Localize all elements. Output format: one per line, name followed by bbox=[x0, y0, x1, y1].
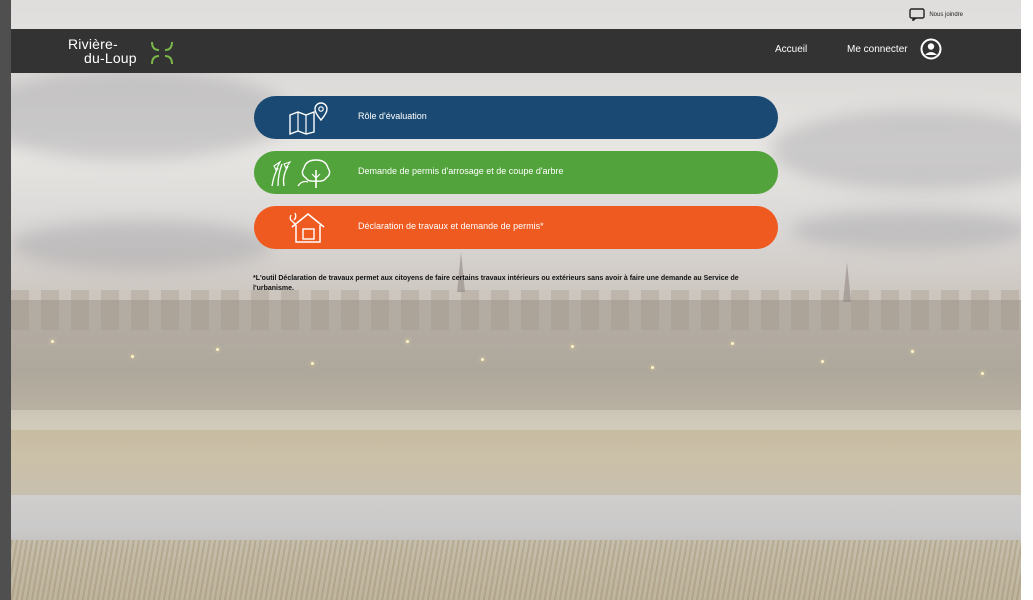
works-declaration-button[interactable]: Déclaration de travaux et demande de per… bbox=[254, 206, 778, 249]
nav-home-link[interactable]: Accueil bbox=[775, 44, 807, 55]
cloud bbox=[11, 70, 291, 160]
town-light bbox=[311, 362, 314, 365]
contact-link[interactable]: Nous joindre bbox=[909, 8, 963, 21]
site-logo[interactable]: Rivière- du-Loup bbox=[68, 36, 188, 68]
town-light bbox=[731, 342, 734, 345]
town-silhouette bbox=[11, 300, 1021, 410]
town-light bbox=[911, 350, 914, 353]
town-light bbox=[481, 358, 484, 361]
river-water bbox=[11, 495, 1021, 540]
works-declaration-label: Déclaration de travaux et demande de per… bbox=[358, 221, 544, 231]
user-account-icon[interactable] bbox=[920, 38, 942, 60]
utility-bar: Nous joindre bbox=[11, 0, 1021, 29]
town-light bbox=[821, 360, 824, 363]
town-light bbox=[51, 340, 54, 343]
contact-label: Nous joindre bbox=[929, 11, 963, 18]
map-pin-icon bbox=[289, 102, 328, 135]
church-spire bbox=[843, 262, 851, 302]
house-tools-icon bbox=[289, 212, 325, 243]
town-light bbox=[406, 340, 409, 343]
nav-login-link[interactable]: Me connecter bbox=[847, 44, 908, 55]
logo-text-line2: du-Loup bbox=[84, 50, 137, 66]
watering-tree-permit-label: Demande de permis d'arrosage et de coupe… bbox=[358, 166, 564, 176]
cloud bbox=[11, 220, 271, 270]
town-light bbox=[216, 348, 219, 351]
cloud bbox=[771, 110, 1021, 190]
works-declaration-footnote: *L'outil Déclaration de travaux permet a… bbox=[253, 275, 739, 292]
page: Nous joindre Rivière- du-Loup Accueil Me… bbox=[11, 0, 1021, 600]
town-light bbox=[131, 355, 134, 358]
site-header: Rivière- du-Loup Accueil Me connecter bbox=[11, 29, 1021, 73]
town-light bbox=[651, 366, 654, 369]
town-light bbox=[981, 372, 984, 375]
town-light bbox=[571, 345, 574, 348]
marsh bbox=[11, 430, 1021, 495]
logo-mark-icon bbox=[151, 41, 173, 65]
foreground-grass bbox=[11, 540, 1021, 600]
chat-bubble-icon bbox=[909, 8, 926, 21]
left-edge-rail bbox=[0, 0, 11, 600]
right-edge-rail bbox=[1021, 0, 1033, 600]
watering-tree-permit-button[interactable]: Demande de permis d'arrosage et de coupe… bbox=[254, 151, 778, 194]
evaluation-role-label: Rôle d'évaluation bbox=[358, 111, 427, 121]
evaluation-role-button[interactable]: Rôle d'évaluation bbox=[254, 96, 778, 139]
tree-icon bbox=[271, 159, 331, 188]
cloud bbox=[791, 210, 1021, 250]
